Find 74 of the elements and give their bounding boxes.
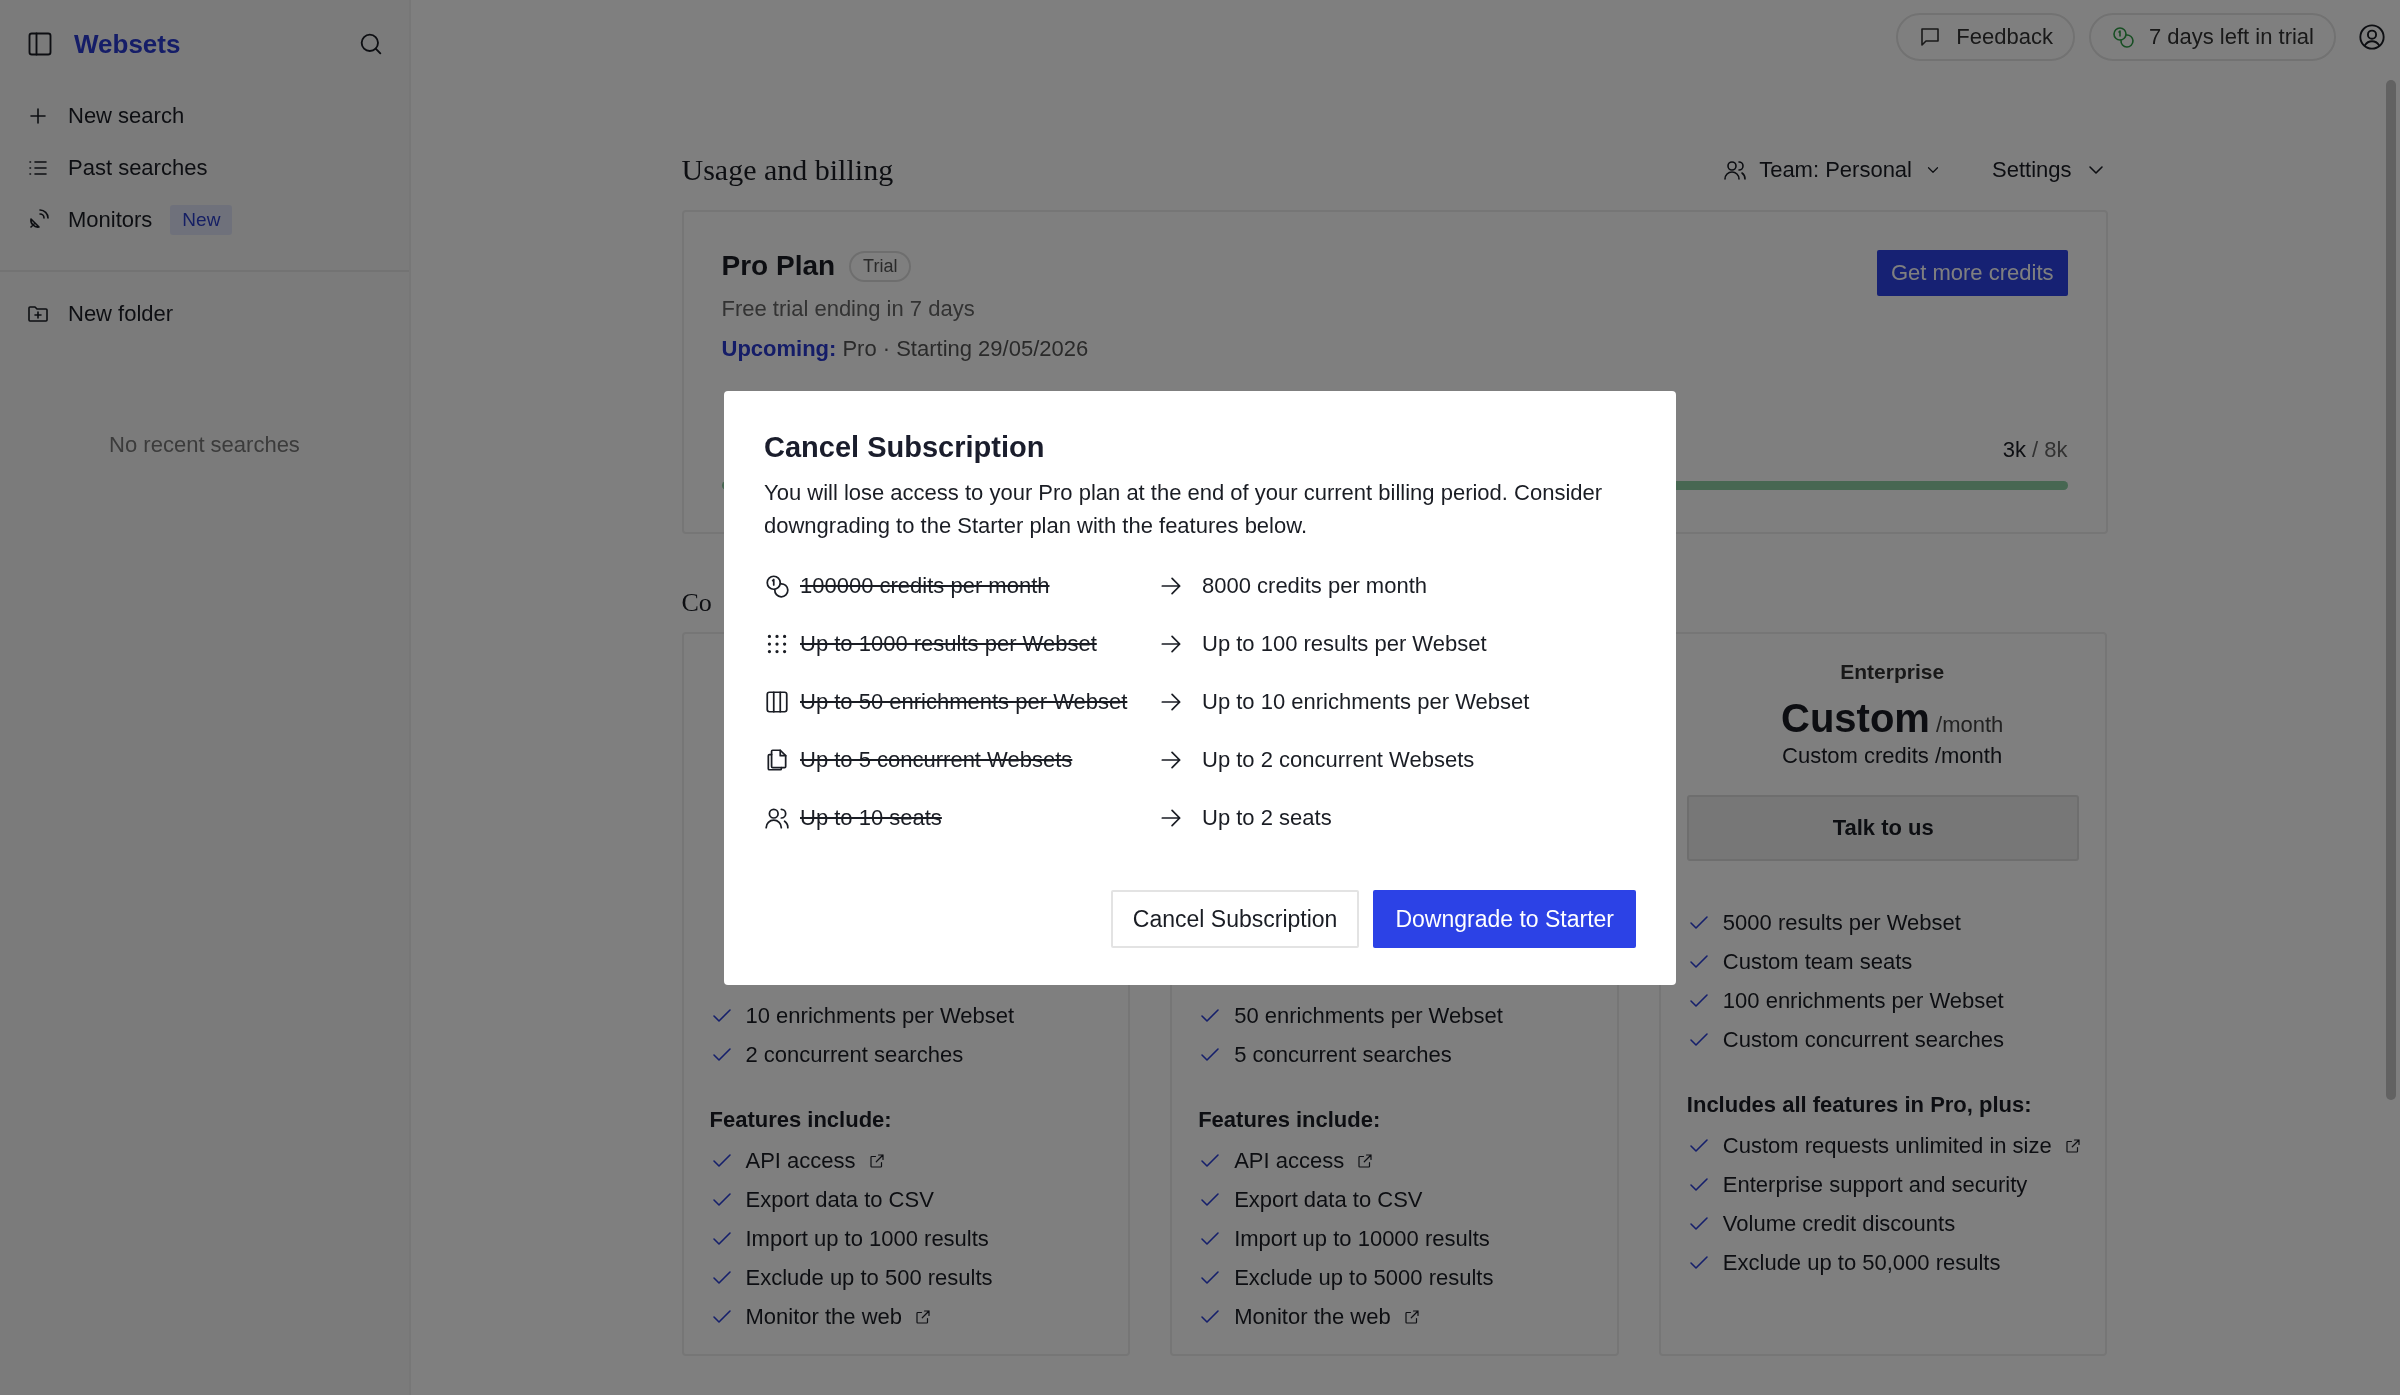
get-more-credits-button[interactable]: Get more credits bbox=[1876, 250, 2068, 296]
usage-limit: / 8k bbox=[2031, 437, 2068, 462]
coins-icon bbox=[764, 573, 790, 599]
trial-button[interactable]: 7 days left in trial bbox=[2088, 13, 2336, 61]
feature-text: Monitor the web bbox=[1234, 1304, 1391, 1330]
price: Custom bbox=[1781, 696, 1930, 740]
old-limit-text: 100000 credits per month bbox=[800, 573, 1051, 599]
new-limit-text: Up to 2 concurrent Websets bbox=[1202, 747, 1476, 773]
features-heading: Includes all features in Pro, plus: bbox=[1686, 1092, 2033, 1118]
users-icon bbox=[1723, 158, 1748, 182]
feature-text: Exclude up to 5000 results bbox=[1234, 1265, 1494, 1291]
feature-text: Custom requests unlimited in size bbox=[1722, 1133, 2052, 1159]
cancel-subscription-button[interactable]: Cancel Subscription bbox=[1110, 890, 1360, 948]
credits-text: Custom credits /month bbox=[1781, 743, 2004, 769]
new-folder-button[interactable]: New folder bbox=[26, 292, 409, 336]
plan-name: Pro Plan bbox=[721, 250, 836, 282]
section-title: Co bbox=[681, 588, 712, 618]
feature-text: Monitor the web bbox=[745, 1304, 903, 1330]
feature-text: Import up to 10000 results bbox=[1234, 1226, 1490, 1252]
feature-text: 10 enrichments per Webset bbox=[745, 1003, 1015, 1029]
new-badge: New bbox=[170, 205, 233, 235]
empty-state-text: No recent searches bbox=[108, 432, 301, 458]
features-heading: Features include: bbox=[1198, 1107, 1382, 1133]
talk-to-us-button[interactable]: Talk to us bbox=[1686, 795, 2080, 861]
feature-text: 50 enrichments per Webset bbox=[1234, 1003, 1503, 1029]
usage-value: 3k bbox=[2002, 437, 2026, 462]
new-limit-text: Up to 2 seats bbox=[1202, 805, 1333, 831]
feature-text: 5000 results per Webset bbox=[1722, 910, 1961, 936]
modal-title: Cancel Subscription bbox=[764, 431, 1046, 464]
trial-status: Free trial ending in 7 days bbox=[721, 296, 976, 322]
columns-icon bbox=[764, 689, 790, 715]
documents-icon bbox=[764, 747, 790, 773]
settings-dropdown[interactable]: Settings bbox=[1992, 157, 2108, 183]
feature-text: Custom team seats bbox=[1722, 949, 1913, 975]
new-limit-text: Up to 100 results per Webset bbox=[1202, 631, 1488, 657]
old-limit-text: Up to 5 concurrent Websets bbox=[800, 747, 1074, 773]
feedback-button[interactable]: Feedback bbox=[1896, 13, 2075, 61]
new-limit-text: Up to 10 enrichments per Webset bbox=[1202, 689, 1531, 715]
sidebar-item[interactable]: New search bbox=[26, 94, 409, 138]
trial-badge: Trial bbox=[849, 250, 912, 282]
feature-text: Export data to CSV bbox=[1234, 1187, 1423, 1213]
feature-text: Volume credit discounts bbox=[1722, 1211, 1956, 1237]
feature-text: Enterprise support and security bbox=[1722, 1172, 2028, 1198]
price-period: /month bbox=[1935, 712, 2004, 737]
feature-text: Exclude up to 500 results bbox=[745, 1265, 993, 1291]
old-limit-text: Up to 50 enrichments per Webset bbox=[800, 689, 1129, 715]
feature-text: API access bbox=[745, 1148, 856, 1174]
team-dropdown[interactable]: Team: Personal bbox=[1723, 157, 1942, 183]
upcoming-text: Pro · Starting 29/05/2026 bbox=[842, 336, 1089, 362]
feature-text: 100 enrichments per Webset bbox=[1722, 988, 2004, 1014]
feature-text: Import up to 1000 results bbox=[745, 1226, 989, 1252]
sidebar-item[interactable]: Past searches bbox=[26, 146, 409, 190]
users-icon bbox=[764, 805, 790, 831]
feature-text: Export data to CSV bbox=[745, 1187, 934, 1213]
downgrade-button[interactable]: Downgrade to Starter bbox=[1373, 890, 1636, 948]
sidebar-toggle-button[interactable] bbox=[26, 30, 54, 58]
coins-icon bbox=[2110, 25, 2135, 49]
feature-text: API access bbox=[1234, 1148, 1345, 1174]
old-limit-text: Up to 10 seats bbox=[800, 805, 943, 831]
panel-icon bbox=[26, 30, 54, 58]
features-heading: Features include: bbox=[709, 1107, 893, 1133]
feature-text: 5 concurrent searches bbox=[1234, 1042, 1452, 1068]
modal-description: You will lose access to your Pro plan at the end of your current billing period. Consider downgrading to the Starter plan with the features below. bbox=[764, 479, 1604, 540]
page-title: Usage and billing bbox=[681, 153, 894, 187]
plan-title: Enterprise bbox=[1839, 660, 1946, 684]
sidebar-item[interactable]: Monitors New bbox=[26, 198, 409, 242]
new-limit-text: 8000 credits per month bbox=[1202, 573, 1429, 599]
feature-text: Custom concurrent searches bbox=[1722, 1027, 2005, 1053]
upcoming-label: Upcoming: bbox=[721, 336, 837, 362]
user-icon bbox=[2358, 23, 2386, 51]
feature-text: Exclude up to 50,000 results bbox=[1722, 1250, 2001, 1276]
old-limit-text: Up to 1000 results per Webset bbox=[800, 631, 1098, 657]
feature-text: 2 concurrent searches bbox=[745, 1042, 964, 1068]
app-title: Websets bbox=[74, 28, 181, 60]
